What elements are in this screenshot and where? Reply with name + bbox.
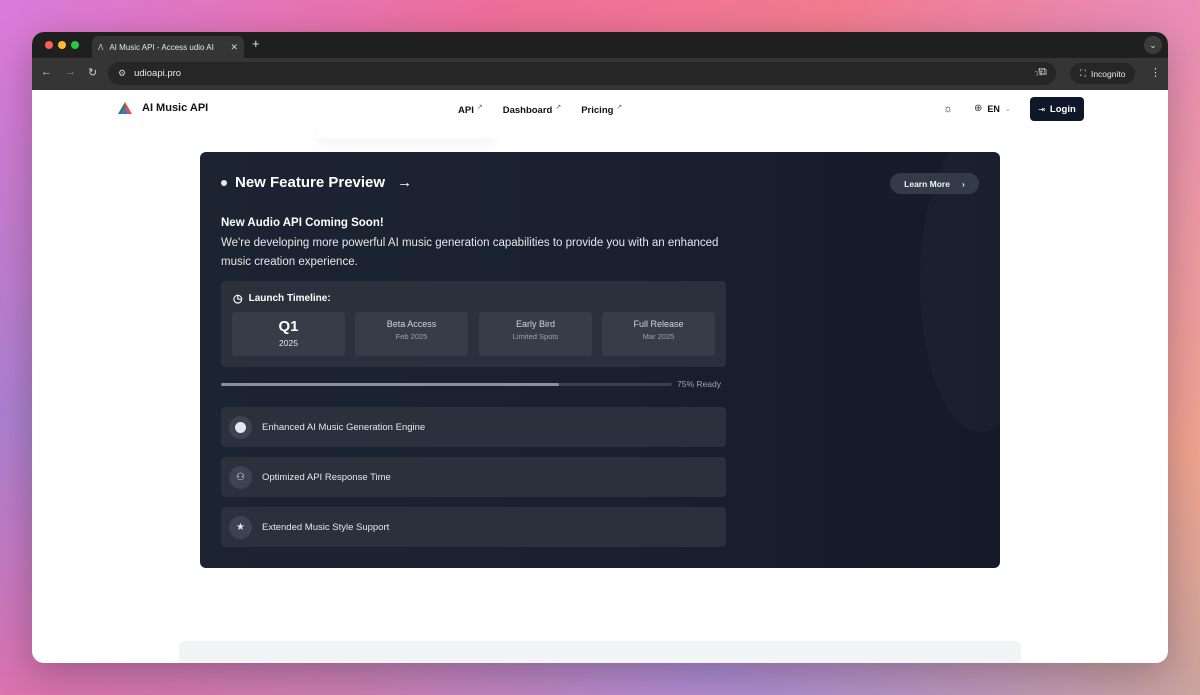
browser-window: Λ AI Music API - Access udio AI ✕ + ⌄ ← … (32, 32, 1168, 663)
timeline-item-sub: 2025 (279, 338, 298, 348)
feature-label: Enhanced AI Music Generation Engine (262, 421, 426, 433)
circle-icon (229, 415, 252, 439)
brand-logo-icon (118, 102, 132, 114)
timeline-item-sub: Mar 2025 (642, 332, 675, 341)
learn-more-button[interactable]: Learn More › (890, 173, 979, 194)
main-nav: API ↗ Dashboard ↗ Pricing ↗ (458, 103, 622, 116)
timeline-item-name: Q1 (278, 318, 299, 335)
tab-bar: Λ AI Music API - Access udio AI ✕ + ⌄ (32, 32, 1168, 58)
chevron-down-icon: ⌄ (1004, 105, 1011, 113)
learn-more-label: Learn More (904, 178, 950, 189)
tab-title: AI Music API - Access udio AI (109, 42, 214, 52)
site-header: AI Music API API ↗ Dashboard ↗ Pricing ↗ ☼ … (32, 90, 1168, 130)
card-subtitle: New Audio API Coming Soon! (221, 217, 384, 229)
forward-arrow-icon[interactable]: → (65, 66, 76, 78)
card-glow-decoration (920, 152, 1000, 432)
launch-timeline: ◷ Launch Timeline: Q1 2025 Beta Access F… (221, 281, 726, 367)
site-info-icon[interactable]: ⚙ (118, 68, 126, 79)
timeline-item-sub: Feb 2025 (395, 332, 428, 341)
new-tab-button[interactable]: + (252, 36, 260, 51)
feature-label: Optimized API Response Time (262, 471, 391, 483)
maximize-window-button[interactable] (71, 41, 79, 49)
nav-dropdown-shadow (316, 128, 496, 138)
reload-icon[interactable]: ↻ (88, 66, 97, 79)
feature-item: Enhanced AI Music Generation Engine (221, 407, 726, 447)
chevron-right-icon: › (961, 178, 965, 189)
next-section-panel (179, 641, 1021, 663)
language-label: EN (987, 103, 1000, 114)
feature-preview-card: New Feature Preview → Learn More › New A… (200, 152, 1000, 568)
external-link-icon: ↗ (476, 104, 483, 111)
progress-fill (221, 383, 560, 386)
timeline-item-name: Early Bird (515, 319, 555, 329)
url-text: udioapi.pro (134, 68, 182, 79)
timeline-item-q1: Q1 2025 (232, 312, 345, 356)
timeline-item-full-release: Full Release Mar 2025 (602, 312, 715, 356)
nav-item-api[interactable]: API ↗ (458, 103, 483, 116)
timeline-item-beta: Beta Access Feb 2025 (355, 312, 468, 356)
progress-label: 75% Ready (677, 379, 721, 389)
tab-search-chevron-icon[interactable]: ⌄ (1144, 36, 1162, 54)
incognito-badge[interactable]: ⛶ Incognito (1070, 63, 1136, 84)
address-bar[interactable]: ⚙ udioapi.pro ☆ (108, 62, 1056, 85)
timeline-heading: ◷ Launch Timeline: (233, 292, 331, 305)
browser-menu-icon[interactable]: ⋮ (1150, 66, 1161, 79)
login-label: Login (1049, 103, 1076, 115)
timeline-item-name: Full Release (633, 319, 684, 329)
extensions-icon[interactable]: ⧉ (1039, 66, 1047, 79)
star-icon: ★ (229, 515, 252, 539)
clock-icon: ◷ (233, 293, 243, 305)
back-arrow-icon[interactable]: ← (41, 66, 52, 78)
browser-tab[interactable]: Λ AI Music API - Access udio AI ✕ (92, 36, 244, 58)
timeline-heading-label: Launch Timeline: (248, 293, 331, 304)
timeline-item-name: Beta Access (386, 319, 437, 329)
external-link-icon: ↗ (555, 104, 562, 111)
browser-toolbar: ← → ↻ ⚙ udioapi.pro ☆ ⧉ ⛶ Incognito ⋮ (32, 58, 1168, 90)
bullet-dot-icon (221, 179, 227, 186)
close-window-button[interactable] (45, 41, 53, 49)
close-tab-icon[interactable]: ✕ (230, 42, 238, 53)
incognito-icon: ⛶ (1080, 68, 1086, 78)
external-link-icon: ↗ (616, 104, 623, 111)
minimize-window-button[interactable] (58, 41, 66, 49)
theme-toggle-sun-icon[interactable]: ☼ (943, 103, 953, 115)
brand-name: AI Music API (142, 102, 209, 114)
login-icon: ⇥ (1038, 104, 1045, 114)
brand[interactable]: AI Music API (118, 102, 208, 114)
language-selector[interactable]: ⊕ EN ⌄ (974, 103, 1011, 114)
site-favicon-icon: Λ (98, 42, 104, 52)
card-title: New Feature Preview (235, 174, 386, 191)
timeline-item-sub: Limited Spots (512, 332, 559, 341)
feature-label: Extended Music Style Support (262, 521, 390, 533)
card-description: We're developing more powerful AI music … (221, 237, 719, 268)
incognito-label: Incognito (1090, 68, 1126, 79)
users-icon: ⚇ (229, 465, 252, 489)
nav-item-pricing[interactable]: Pricing ↗ (581, 103, 622, 116)
login-button[interactable]: ⇥ Login (1030, 97, 1084, 121)
progress-bar (221, 383, 672, 386)
timeline-item-early-bird: Early Bird Limited Spots (479, 312, 592, 356)
card-header: New Feature Preview → (221, 174, 412, 191)
globe-icon: ⊕ (974, 103, 983, 114)
feature-item: ★ Extended Music Style Support (221, 507, 726, 547)
feature-item: ⚇ Optimized API Response Time (221, 457, 726, 497)
nav-item-dashboard[interactable]: Dashboard ↗ (503, 103, 562, 116)
arrow-right-icon: → (397, 174, 413, 191)
